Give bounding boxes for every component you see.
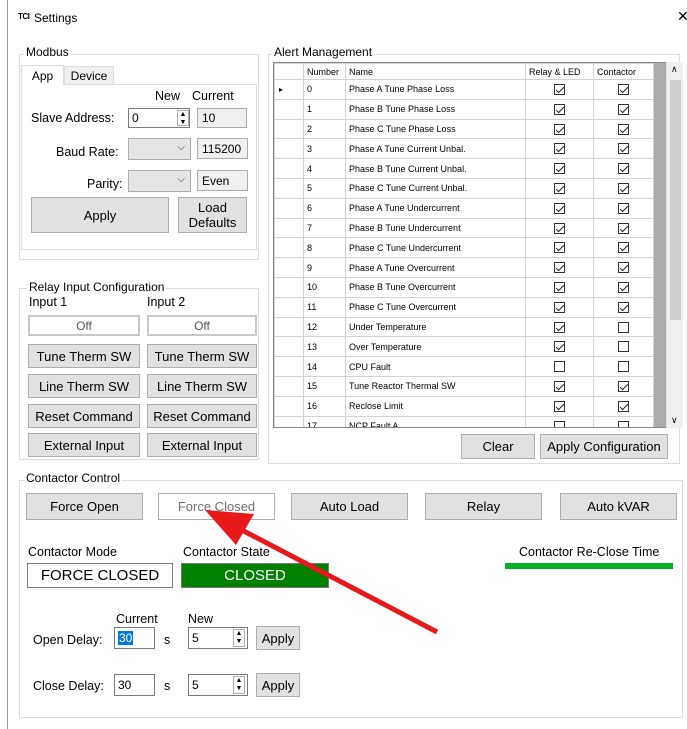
annotation-arrow: [205, 510, 439, 635]
tab-app[interactable]: App: [21, 65, 64, 85]
arrow-head: [205, 510, 254, 545]
arrow-shaft: [236, 525, 439, 635]
